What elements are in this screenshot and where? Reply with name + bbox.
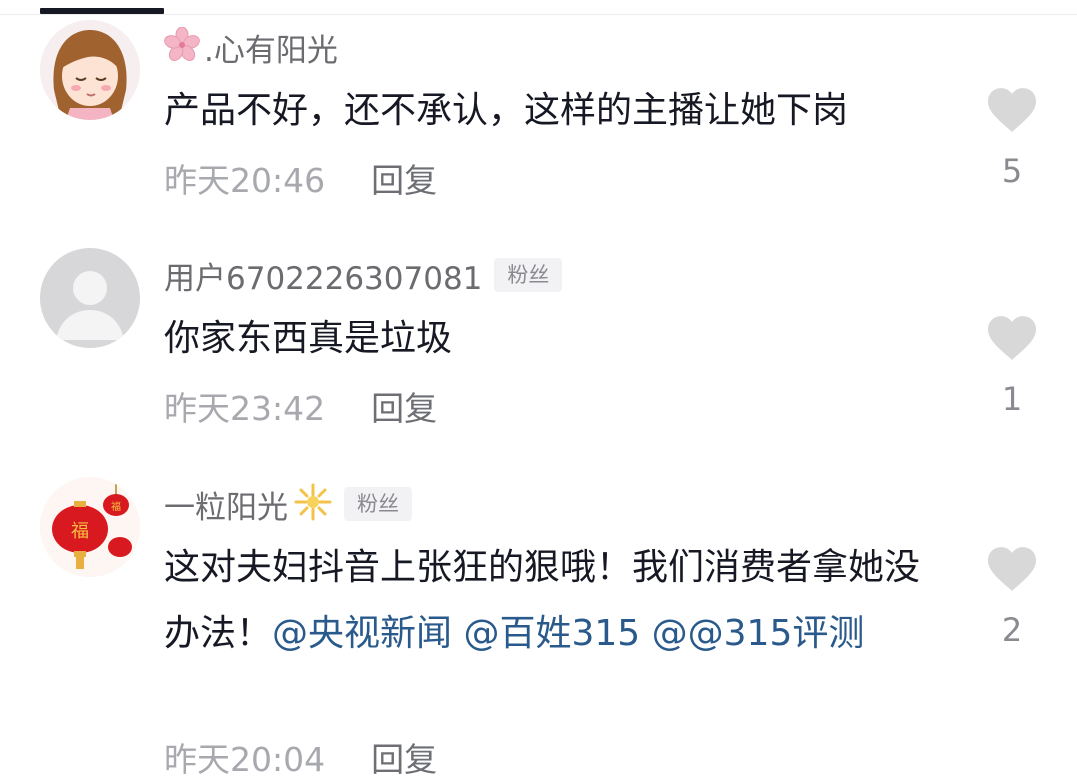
cartoon-girl-avatar-icon (40, 20, 140, 120)
comment-time: 昨天20:46 (164, 161, 326, 200)
heart-icon (988, 547, 1036, 591)
reply-button[interactable]: 回复 (371, 161, 437, 200)
like-button[interactable]: 1 (982, 314, 1042, 418)
avatar[interactable] (40, 20, 140, 120)
username[interactable]: 一粒阳光 (164, 482, 288, 527)
fan-badge: 粉丝 (344, 487, 412, 521)
username[interactable]: 用户6702226307081 (164, 253, 482, 298)
reply-button[interactable]: 回复 (371, 740, 437, 779)
username[interactable]: .心有阳光 (204, 25, 338, 70)
heart-icon (988, 88, 1036, 132)
red-lantern-fu-avatar-icon: 福 福 (40, 477, 140, 577)
svg-text:福: 福 (111, 500, 121, 513)
like-count: 2 (1001, 611, 1023, 649)
mention-link[interactable]: @百姓315 (463, 613, 640, 654)
mention-link[interactable]: @央视新闻 (272, 613, 452, 654)
comment-text: 你家东西真是垃圾 (164, 318, 453, 359)
avatar[interactable]: 福 福 (40, 477, 140, 577)
comment-text: 产品不好，还不承认，这样的主播让她下岗 (164, 90, 849, 131)
comment-time: 昨天20:04 (164, 740, 326, 779)
fan-badge: 粉丝 (494, 258, 563, 292)
like-button[interactable]: 2 (982, 545, 1042, 649)
sakura-flower-icon (164, 26, 200, 67)
like-count: 1 (1001, 380, 1023, 418)
divider (0, 14, 1077, 15)
like-button[interactable]: 5 (982, 86, 1042, 190)
like-count: 5 (1001, 152, 1023, 190)
reply-button[interactable]: 回复 (371, 389, 437, 428)
mention-link[interactable]: @@315评测 (652, 613, 865, 654)
sun-sparkle-icon (294, 483, 332, 525)
avatar[interactable] (40, 248, 140, 348)
heart-icon (988, 316, 1036, 360)
default-user-avatar-icon (40, 248, 140, 348)
comment-text: 这对夫妇抖音上张狂的狠哦！我们消费者拿她没办法！@央视新闻 @百姓315 @@3… (164, 535, 954, 667)
svg-text:福: 福 (71, 521, 89, 542)
comment-time: 昨天23:42 (164, 389, 326, 428)
